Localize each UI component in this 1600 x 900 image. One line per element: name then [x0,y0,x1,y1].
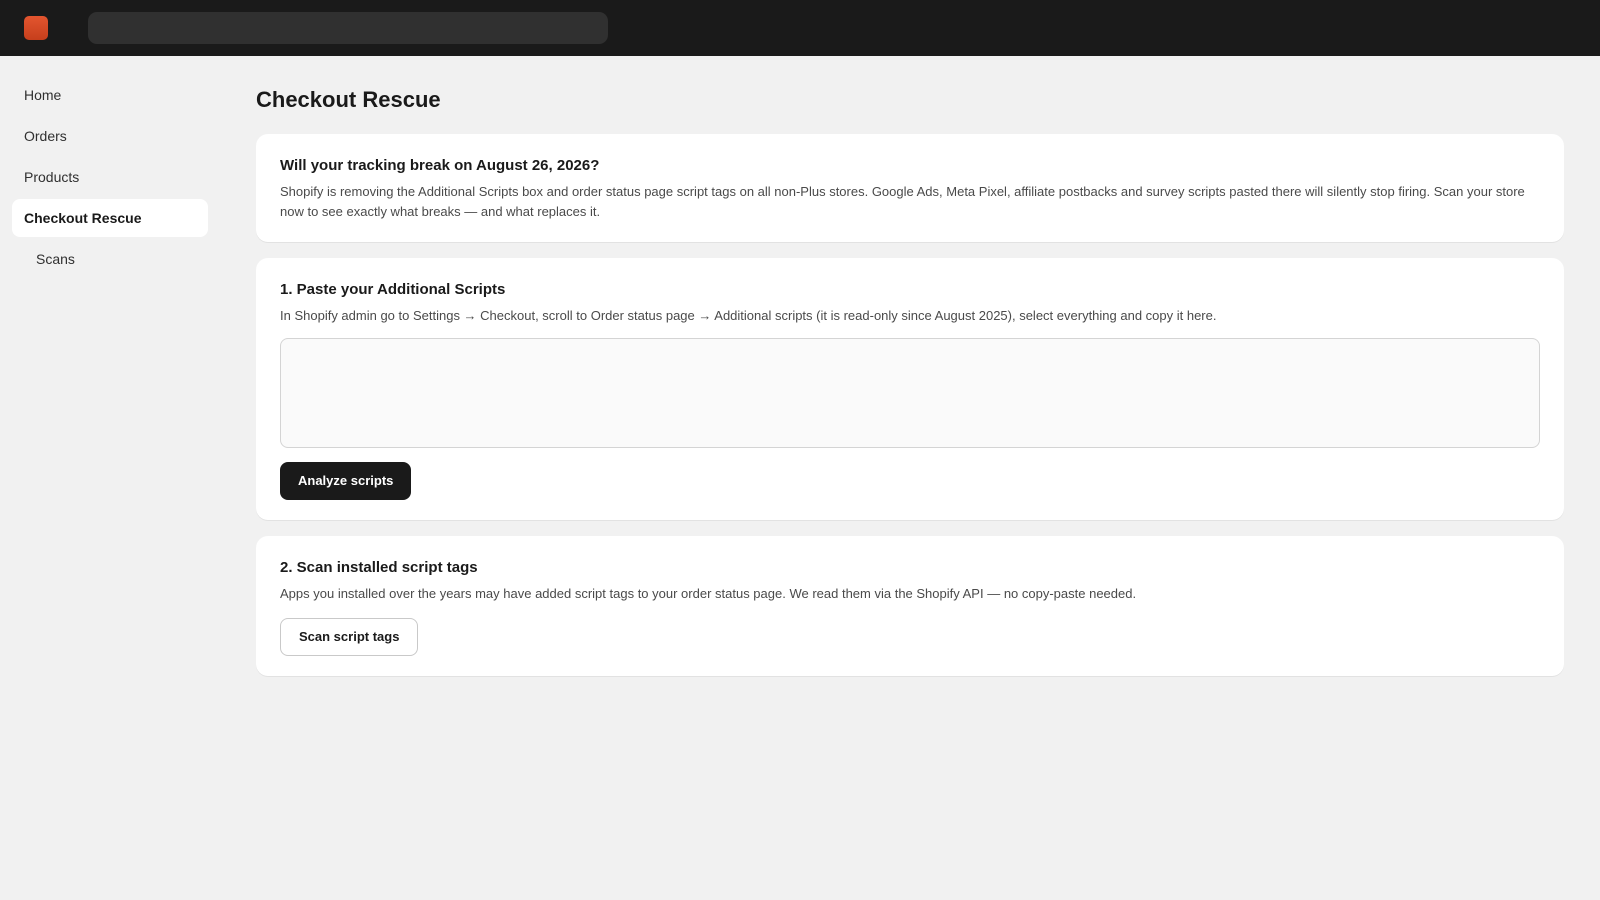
sidebar-item-home[interactable]: Home [12,76,208,114]
sidebar: Home Orders Products Checkout Rescue Sca… [12,76,208,281]
paste-scripts-instructions: In Shopify admin go to Settings → Checko… [280,308,1217,323]
app-logo-icon[interactable] [24,16,48,40]
sidebar-item-scans[interactable]: Scans [12,240,208,278]
scan-script-tags-card: 2. Scan installed script tags Apps you i… [256,536,1564,676]
warning-description: Shopify is removing the Additional Scrip… [280,184,1525,219]
scan-script-tags-heading: 2. Scan installed script tags [280,559,478,576]
sidebar-item-products[interactable]: Products [12,158,208,196]
analyze-scripts-button[interactable]: Analyze scripts [280,462,412,500]
additional-scripts-textarea[interactable] [280,338,1540,448]
warning-card: Will your tracking break on August 26, 2… [256,134,1564,242]
sidebar-item-checkout-rescue[interactable]: Checkout Rescue [12,199,208,237]
warning-heading: Will your tracking break on August 26, 2… [280,157,600,174]
scan-script-tags-button[interactable]: Scan script tags [280,618,419,656]
scan-script-tags-description: Apps you installed over the years may ha… [280,586,1137,601]
sidebar-item-orders[interactable]: Orders [12,117,208,155]
search-bar[interactable] [88,12,608,44]
paste-scripts-card: 1. Paste your Additional Scripts In Shop… [256,258,1564,520]
main-content: Checkout Rescue Will your tracking break… [256,84,1564,692]
paste-scripts-heading: 1. Paste your Additional Scripts [280,281,506,298]
top-bar [0,0,1600,56]
page-title: Checkout Rescue [256,87,441,112]
